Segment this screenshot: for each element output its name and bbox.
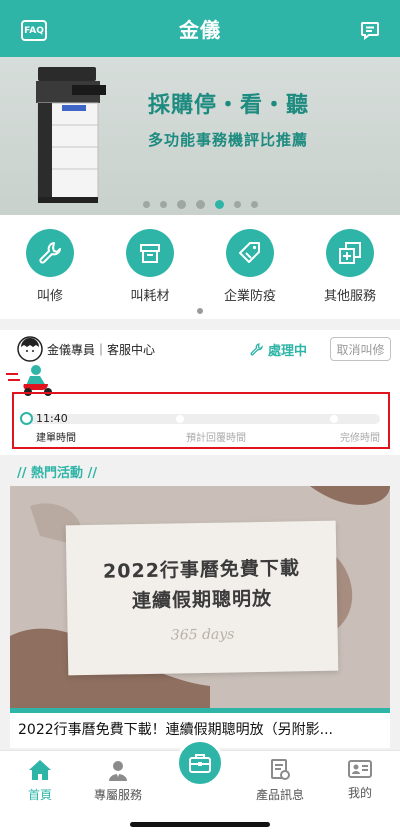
article-title[interactable]: 2022行事曆免費下載！連續假期聰明放（另附影... bbox=[18, 719, 384, 739]
banner-headline: 採購停・看・聽 bbox=[148, 93, 310, 118]
nav-label: 產品訊息 bbox=[255, 788, 304, 802]
center-toolbox-button[interactable] bbox=[176, 739, 224, 787]
bottom-navigation: 首頁 專屬服務 產品訊息 我的 bbox=[0, 739, 400, 833]
carousel-dot[interactable] bbox=[195, 200, 205, 209]
faq-button[interactable]: FAQ bbox=[21, 20, 47, 41]
nav-label: 我的 bbox=[347, 786, 372, 800]
toolbox-icon bbox=[189, 754, 211, 773]
carousel-dot[interactable] bbox=[142, 201, 150, 208]
quick-action-label: 叫修 bbox=[36, 289, 63, 304]
carousel-indicator bbox=[0, 200, 400, 209]
step-label-complete: 完修時間 bbox=[340, 433, 380, 444]
carousel-dot-active[interactable] bbox=[214, 200, 224, 209]
timeline-node-created bbox=[20, 412, 33, 425]
nav-label: 專屬服務 bbox=[93, 788, 142, 802]
promo-banner[interactable]: 採購停・看・聽 多功能事務機評比推薦 bbox=[0, 57, 400, 215]
add-window-icon bbox=[339, 242, 361, 264]
nav-service[interactable]: 專屬服務 bbox=[83, 759, 153, 803]
page-title: 金儀 bbox=[179, 18, 221, 42]
quick-actions: 叫修 叫耗材 企業防疫 其他服務 bbox=[0, 215, 400, 319]
status-badge: 處理中 bbox=[250, 340, 307, 359]
nav-home[interactable]: 首頁 bbox=[5, 759, 75, 803]
article-image-line2: 連續假期聰明放 bbox=[131, 587, 273, 613]
article-image-line1: 2022行事曆免費下載 bbox=[102, 557, 301, 583]
box-icon bbox=[140, 244, 160, 263]
quick-action-label: 其他服務 bbox=[323, 289, 376, 304]
agent-avatar-icon bbox=[17, 336, 43, 362]
tag-icon bbox=[239, 242, 260, 263]
nav-label: 首頁 bbox=[27, 788, 52, 802]
step-label-created: 建單時間 bbox=[36, 433, 76, 444]
banner-subline: 多功能事務機評比推薦 bbox=[148, 131, 309, 149]
step-label-reply: 預計回覆時間 bbox=[186, 433, 246, 444]
home-indicator bbox=[130, 822, 270, 827]
top-bar: FAQ 金儀 bbox=[0, 0, 400, 57]
repair-timeline: 11:40 建單時間 預計回覆時間 完修時間 bbox=[12, 392, 390, 449]
cancel-repair-button[interactable]: 取消叫修 bbox=[330, 337, 391, 361]
carousel-dot[interactable] bbox=[250, 201, 258, 208]
article-image: 2022行事曆免費下載 連續假期聰明放 365 days bbox=[10, 486, 390, 708]
article-accent-bar bbox=[10, 708, 390, 713]
message-icon[interactable] bbox=[360, 20, 380, 40]
nav-products[interactable]: 產品訊息 bbox=[245, 759, 315, 803]
timeline-track bbox=[22, 414, 380, 424]
quick-action-label: 企業防疫 bbox=[223, 289, 276, 304]
created-time: 11:40 bbox=[36, 412, 68, 425]
quick-action-other[interactable]: 其他服務 bbox=[310, 229, 390, 304]
article-paper: 2022行事曆免費下載 連續假期聰明放 365 days bbox=[65, 520, 339, 676]
nav-mine[interactable]: 我的 bbox=[325, 759, 395, 801]
quick-action-epidemic[interactable]: 企業防疫 bbox=[210, 229, 290, 304]
product-doc-icon bbox=[271, 759, 290, 780]
carousel-dot[interactable] bbox=[159, 201, 167, 208]
status-text: 處理中 bbox=[268, 344, 308, 359]
home-icon bbox=[29, 760, 51, 780]
carousel-dot[interactable] bbox=[233, 201, 241, 208]
agent-name: 金儀專員｜客服中心 bbox=[47, 343, 156, 357]
quick-action-repair[interactable]: 叫修 bbox=[10, 229, 90, 304]
quick-action-label: 叫耗材 bbox=[130, 289, 170, 304]
service-status-card[interactable]: 金儀專員｜客服中心 處理中 取消叫修 11:40 建單時間 預計回覆時間 完修時… bbox=[0, 330, 400, 455]
timeline-node-reply bbox=[176, 415, 184, 423]
id-card-icon bbox=[348, 760, 372, 778]
quick-action-supplies[interactable]: 叫耗材 bbox=[110, 229, 190, 304]
article-card[interactable]: 2022行事曆免費下載 連續假期聰明放 365 days 2022行事曆免費下載… bbox=[10, 486, 390, 748]
section-title-hot: // 熱門活動 // bbox=[17, 466, 98, 481]
page-indicator bbox=[197, 308, 203, 314]
agent-icon bbox=[109, 761, 127, 781]
timeline-node-complete bbox=[330, 415, 338, 423]
wrench-icon bbox=[250, 343, 263, 356]
wrench-icon bbox=[39, 242, 61, 264]
article-image-script: 365 days bbox=[170, 626, 235, 644]
copier-image bbox=[36, 67, 106, 203]
carousel-dot[interactable] bbox=[176, 200, 186, 209]
